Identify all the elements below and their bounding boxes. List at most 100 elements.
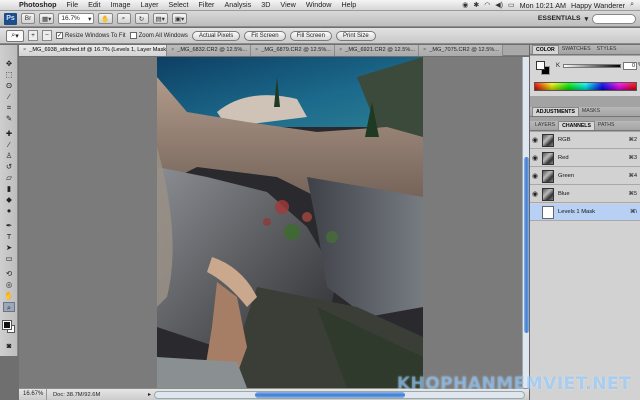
launch-bridge-button[interactable]: Br: [21, 13, 35, 24]
close-icon[interactable]: ×: [255, 45, 258, 56]
k-slider[interactable]: [563, 64, 621, 68]
gradient-tool-icon[interactable]: ▮: [3, 184, 15, 194]
arrange-documents-button[interactable]: ▤▾: [152, 13, 168, 24]
tab-paths[interactable]: PATHS: [595, 121, 618, 130]
panel-foreground-swatch[interactable]: [536, 61, 545, 70]
view-extras-button[interactable]: ▦▾: [39, 13, 55, 24]
zoom-in-mode-button[interactable]: +: [28, 30, 38, 41]
lasso-tool-icon[interactable]: ʘ: [3, 81, 15, 91]
blur-tool-icon[interactable]: ◆: [3, 195, 15, 205]
eraser-tool-icon[interactable]: ▱: [3, 173, 15, 183]
actual-pixels-button[interactable]: Actual Pixels: [191, 30, 241, 41]
close-icon[interactable]: ×: [423, 45, 426, 56]
volume-icon[interactable]: ◀): [495, 1, 503, 9]
quick-selection-tool-icon[interactable]: ⁄: [3, 92, 15, 102]
dodge-tool-icon[interactable]: ●: [3, 206, 15, 216]
tab-swatches[interactable]: SWATCHES: [559, 45, 594, 54]
3d-orbit-tool-icon[interactable]: ◎: [3, 280, 15, 290]
eye-icon[interactable]: ◉: [530, 154, 540, 162]
help-search-input[interactable]: [592, 13, 636, 24]
crop-tool-icon[interactable]: ⌗: [3, 103, 15, 113]
channel-row-green[interactable]: ◉ Green ⌘4: [530, 168, 640, 185]
tab-document-6921[interactable]: × _MG_6921.CR2 @ 12.5%...: [335, 45, 419, 56]
wifi-icon[interactable]: ◠: [484, 1, 490, 9]
clone-stamp-tool-icon[interactable]: ♙: [3, 151, 15, 161]
zoom-out-mode-button[interactable]: −: [42, 30, 52, 41]
status-menu-arrow-icon[interactable]: ▸: [145, 391, 154, 398]
eye-icon[interactable]: ◉: [530, 190, 540, 198]
clock[interactable]: Mon 10:21 AM: [520, 1, 566, 10]
marquee-tool-icon[interactable]: ⬚: [3, 70, 15, 80]
adobe-drive-icon[interactable]: ◉: [462, 1, 468, 9]
menu-app[interactable]: Photoshop: [14, 0, 62, 10]
menu-filter[interactable]: Filter: [193, 0, 219, 10]
menu-edit[interactable]: Edit: [83, 0, 105, 10]
foreground-color-swatch[interactable]: [2, 320, 12, 330]
menu-view[interactable]: View: [275, 0, 300, 10]
zoom-tool-icon[interactable]: ⌕: [3, 302, 15, 312]
zoom-tool-button[interactable]: ⌕: [116, 13, 131, 24]
tab-document-stitched[interactable]: × _MG_6938_stitched.tif @ 16.7% (Levels 1…: [19, 45, 167, 56]
eye-hidden-icon[interactable]: ◉: [530, 208, 540, 216]
channel-row-levels-mask[interactable]: ◉ Levels 1 Mask ⌘\: [530, 204, 640, 221]
tab-document-6832[interactable]: × _MG_6832.CR2 @ 12.5%...: [167, 45, 251, 56]
horizontal-scroll-thumb[interactable]: [255, 391, 406, 398]
shape-tool-icon[interactable]: ▭: [3, 254, 15, 264]
eye-icon[interactable]: ◉: [530, 136, 540, 144]
hand-tool-button[interactable]: ✋: [98, 13, 113, 24]
menu-layer[interactable]: Layer: [136, 0, 164, 10]
fit-screen-button[interactable]: Fit Screen: [244, 30, 286, 41]
3d-rotate-tool-icon[interactable]: ⟲: [3, 269, 15, 279]
move-tool-icon[interactable]: ✥: [3, 59, 15, 69]
tab-color[interactable]: COLOR: [532, 45, 559, 54]
channel-row-red[interactable]: ◉ Red ⌘3: [530, 150, 640, 167]
close-icon[interactable]: ×: [171, 45, 174, 56]
close-icon[interactable]: ×: [23, 45, 26, 56]
history-brush-tool-icon[interactable]: ↺: [3, 162, 15, 172]
brush-tool-icon[interactable]: ∕: [3, 140, 15, 150]
healing-brush-tool-icon[interactable]: ✚: [3, 129, 15, 139]
rotate-view-button[interactable]: ↻: [134, 13, 149, 24]
hand-tool-icon[interactable]: ✋: [3, 291, 15, 301]
screen-mode-button[interactable]: ▣▾: [171, 13, 188, 24]
tab-document-7075[interactable]: × _MG_7075.CR2 @ 12.5%...: [419, 45, 503, 56]
tab-document-6879[interactable]: × _MG_6879.CR2 @ 12.5%...: [251, 45, 335, 56]
channel-row-blue[interactable]: ◉ Blue ⌘5: [530, 186, 640, 203]
tab-masks[interactable]: MASKS: [579, 107, 603, 116]
k-value-field[interactable]: 0: [623, 62, 637, 70]
fill-screen-button[interactable]: Fill Screen: [289, 30, 332, 41]
close-icon[interactable]: ×: [339, 45, 342, 56]
tab-layers[interactable]: LAYERS: [532, 121, 558, 130]
tab-adjustments[interactable]: ADJUSTMENTS: [532, 107, 579, 116]
menu-analysis[interactable]: Analysis: [219, 0, 256, 10]
menu-image[interactable]: Image: [106, 0, 136, 10]
tab-channels[interactable]: CHANNELS: [558, 121, 595, 130]
quick-mask-icon[interactable]: ◙: [3, 341, 15, 351]
workspace-switcher[interactable]: ESSENTIALS ▾: [538, 13, 636, 24]
menu-select[interactable]: Select: [163, 0, 193, 10]
bluetooth-icon[interactable]: ✱: [473, 1, 479, 9]
user-name[interactable]: Happy Wanderer: [571, 1, 625, 10]
canvas-photo[interactable]: [157, 57, 423, 388]
pen-tool-icon[interactable]: ✒: [3, 221, 15, 231]
menu-help[interactable]: Help: [336, 0, 361, 10]
menu-file[interactable]: File: [62, 0, 84, 10]
zoom-level-select[interactable]: 16.7% ▾: [58, 13, 95, 24]
print-size-button[interactable]: Print Size: [335, 30, 376, 41]
tool-preset-picker[interactable]: ⌕ ▾: [6, 29, 24, 42]
document-canvas-area[interactable]: [19, 57, 525, 388]
zoom-all-windows-checkbox[interactable]: Zoom All Windows: [129, 32, 188, 39]
path-selection-tool-icon[interactable]: ➤: [3, 243, 15, 253]
eye-icon[interactable]: ◉: [530, 172, 540, 180]
color-spectrum-ramp[interactable]: [534, 82, 637, 91]
menu-3d[interactable]: 3D: [256, 0, 275, 10]
tab-styles[interactable]: STYLES: [594, 45, 620, 54]
type-tool-icon[interactable]: T: [3, 232, 15, 242]
eyedropper-tool-icon[interactable]: ✎: [3, 114, 15, 124]
menu-window[interactable]: Window: [301, 0, 337, 10]
spotlight-icon[interactable]: ⌕: [630, 1, 634, 9]
battery-icon[interactable]: ▭: [508, 1, 515, 9]
vertical-scrollbar[interactable]: [522, 57, 529, 388]
horizontal-scrollbar[interactable]: [154, 390, 525, 399]
resize-windows-checkbox[interactable]: ✓ Resize Windows To Fit: [56, 32, 126, 39]
